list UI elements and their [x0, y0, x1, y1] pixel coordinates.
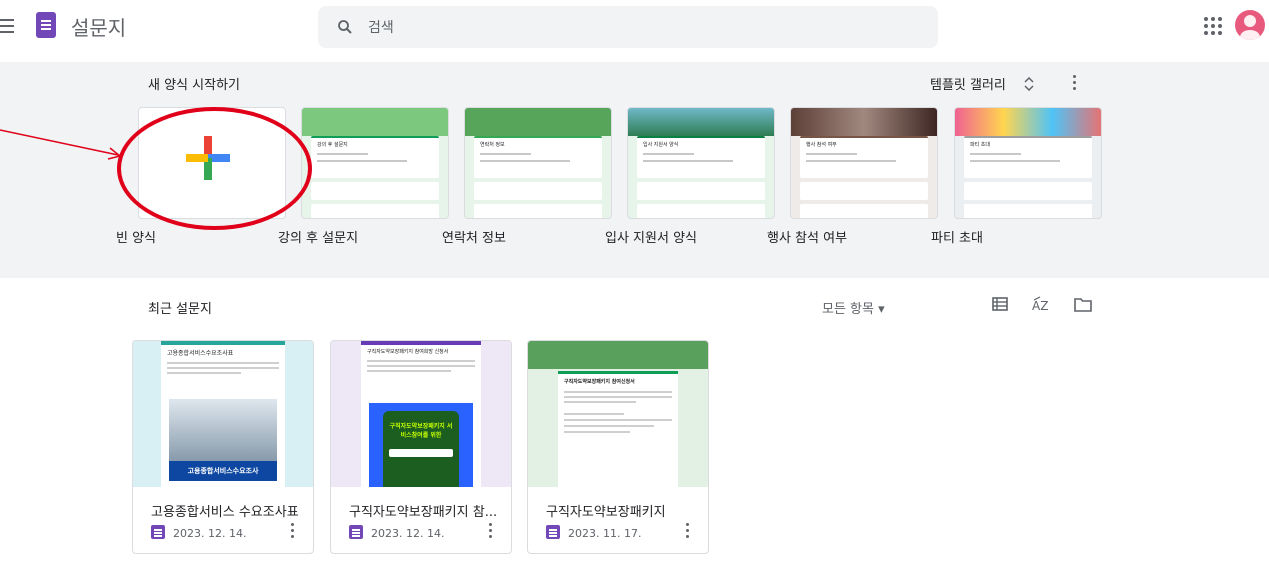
unfold-more-icon — [1024, 76, 1034, 92]
template-section-title: 새 양식 시작하기 — [148, 78, 240, 93]
template-card-contact-info[interactable]: 연락처 정보 — [464, 107, 612, 219]
template-thumb-title: 강의 후 설문지 — [317, 142, 348, 148]
form-thumbnail: 구직자도약보장패키지 참여신청서 — [528, 341, 708, 490]
template-card-course-feedback[interactable]: 강의 후 설문지 — [301, 107, 449, 219]
annotation-circle — [117, 107, 312, 230]
template-label-blank[interactable]: 빈 양식 — [116, 227, 156, 246]
svg-text:AZ: AZ — [1032, 299, 1048, 313]
recent-form-more-icon[interactable] — [686, 523, 690, 541]
template-card-party-invite[interactable]: 파티 초대 — [954, 107, 1102, 219]
account-person-icon — [1240, 15, 1260, 40]
template-gallery-label: 템플릿 갤러리 — [930, 78, 1006, 93]
template-card-event-rsvp[interactable]: 행사 참석 여부 — [790, 107, 938, 219]
folder-icon[interactable] — [1074, 296, 1092, 312]
recent-form-name: 구직자도약보장패키지 — [546, 505, 666, 520]
template-banner — [465, 108, 611, 136]
template-thumb-title: 파티 초대 — [970, 142, 990, 148]
thumb-caption: 고용종합서비스수요조사 — [169, 461, 277, 481]
search-input[interactable] — [366, 6, 910, 50]
thumb-heading: 고용종합서비스수요조사표 — [167, 350, 234, 357]
template-label-job-application[interactable]: 입사 지원서 양식 — [605, 227, 697, 246]
template-label-contact-info[interactable]: 연락처 정보 — [442, 227, 506, 246]
recent-form-card[interactable]: 구직자도약보장패키지 참여신청서 구직자도약보장패키지 2023. 11. 17… — [527, 340, 709, 554]
template-banner — [791, 108, 937, 136]
thumb-caption: 구직자도약보장패키지 서비스참여를 위한 — [389, 423, 453, 439]
owner-filter-dropdown[interactable]: 모든 항목 ▾ — [822, 298, 885, 317]
template-banner — [628, 108, 774, 136]
template-thumb-title: 입사 지원서 양식 — [643, 142, 679, 148]
form-thumbnail: 고용종합서비스수요조사표 고용종합서비스수요조사 — [133, 341, 313, 487]
form-thumbnail: 구직자도약보장패키지 참여희망 신청서 구직자도약보장패키지 서비스참여를 위한 — [331, 341, 511, 487]
template-label-party-invite[interactable]: 파티 초대 — [931, 227, 983, 246]
sort-az-icon[interactable]: AZ — [1032, 296, 1052, 314]
recent-form-name: 구직자도약보장패키지 참... — [349, 505, 498, 520]
app-title[interactable]: 설문지 — [71, 12, 126, 41]
main-menu-icon[interactable] — [0, 19, 14, 33]
top-app-bar: 설문지 — [0, 0, 1269, 62]
google-apps-icon[interactable] — [1204, 17, 1222, 35]
recent-form-card[interactable]: 구직자도약보장패키지 참여희망 신청서 구직자도약보장패키지 서비스참여를 위한… — [330, 340, 512, 554]
template-label-course-feedback[interactable]: 강의 후 설문지 — [278, 227, 358, 246]
template-gallery-button[interactable]: 템플릿 갤러리 — [930, 74, 1034, 93]
recent-form-more-icon[interactable] — [291, 523, 295, 541]
forms-file-icon — [349, 525, 363, 539]
recent-form-date: 2023. 11. 17. — [568, 527, 642, 540]
recent-forms-title: 최근 설문지 — [148, 302, 212, 317]
forms-file-icon — [546, 525, 560, 539]
template-card-job-application[interactable]: 입사 지원서 양식 — [627, 107, 775, 219]
recent-form-name: 고용종합서비스 수요조사표 — [151, 505, 299, 520]
list-view-icon[interactable] — [992, 296, 1008, 312]
template-more-icon[interactable] — [1073, 75, 1077, 93]
recent-form-more-icon[interactable] — [489, 523, 493, 541]
recent-form-date: 2023. 12. 14. — [173, 527, 247, 540]
template-thumb-title: 행사 참석 여부 — [806, 142, 837, 148]
template-thumb-title: 연락처 정보 — [480, 142, 505, 148]
search-bar[interactable] — [318, 6, 938, 50]
recent-form-date: 2023. 12. 14. — [371, 527, 445, 540]
forms-logo-icon[interactable] — [36, 12, 56, 38]
template-banner — [955, 108, 1101, 136]
search-icon[interactable] — [336, 18, 354, 36]
annotation-arrow — [0, 129, 122, 160]
recent-form-card[interactable]: 고용종합서비스수요조사표 고용종합서비스수요조사 고용종합서비스 수요조사표 2… — [132, 340, 314, 554]
template-banner — [302, 108, 448, 136]
forms-file-icon — [151, 525, 165, 539]
account-avatar[interactable] — [1235, 10, 1265, 40]
thumb-heading: 구직자도약보장패키지 참여신청서 — [564, 379, 635, 385]
thumb-heading: 구직자도약보장패키지 참여희망 신청서 — [367, 349, 449, 355]
template-label-event-rsvp[interactable]: 행사 참석 여부 — [767, 227, 847, 246]
